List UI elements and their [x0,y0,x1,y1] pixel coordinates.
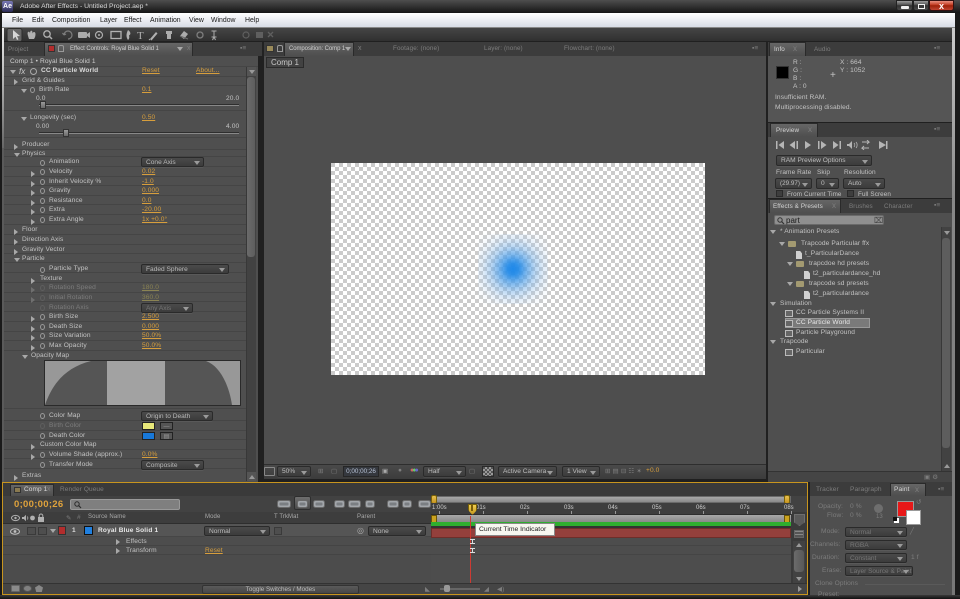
svg-text:T: T [137,30,144,42]
